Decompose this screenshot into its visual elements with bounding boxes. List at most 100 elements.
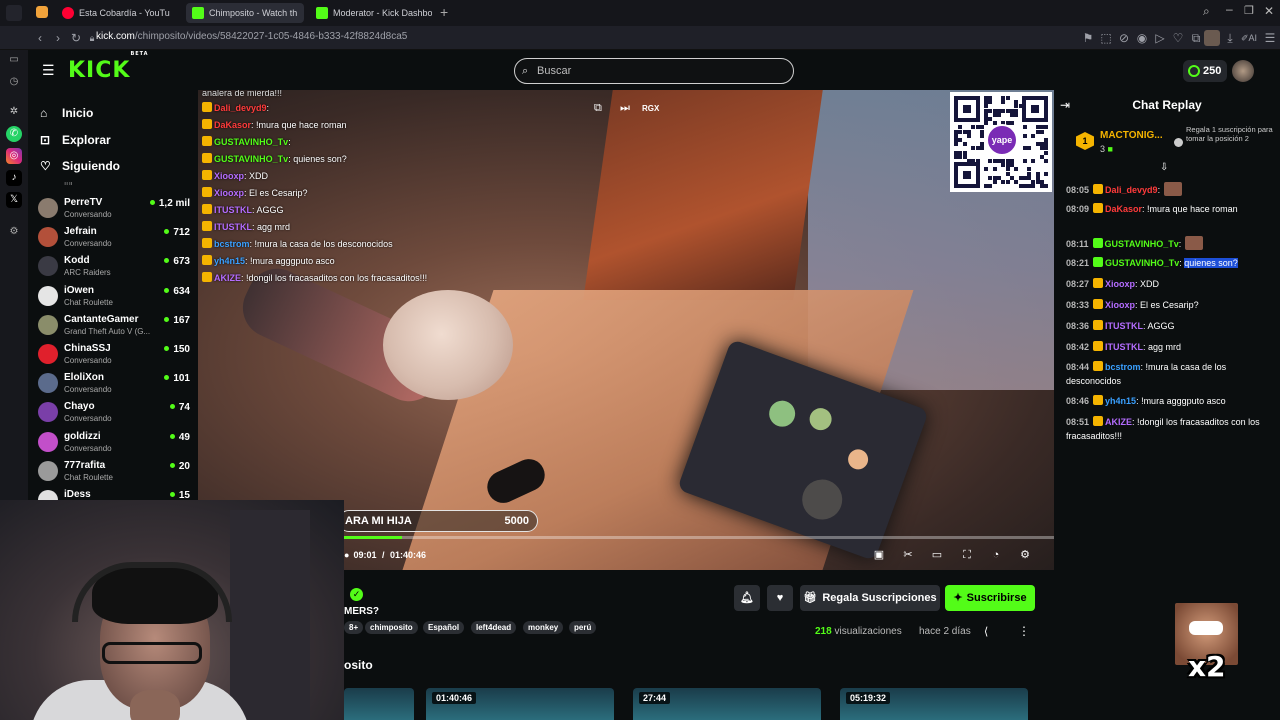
video-thumbnail[interactable] xyxy=(344,688,414,720)
tab-moderator[interactable]: Moderator - Kick Dashboa xyxy=(310,3,432,23)
channel-item[interactable]: Jefrain Conversando 712 xyxy=(38,223,190,252)
channel-item[interactable]: Kodd ARC Raiders 673 xyxy=(38,252,190,281)
channel-item[interactable]: ChinaSSJ Conversando 150 xyxy=(38,340,190,369)
whatsapp-icon[interactable]: ✆ xyxy=(6,126,22,142)
progress-bar[interactable] xyxy=(338,536,1054,539)
overlay-chat-line: ITUSTKL: AGGG xyxy=(202,204,284,215)
kicks-balance[interactable]: 250 xyxy=(1183,60,1227,82)
channel-category: Chat Roulette xyxy=(64,472,113,482)
goal-text: ARA MI HIJA xyxy=(345,515,412,527)
channel-item[interactable]: iOwen Chat Roulette 634 xyxy=(38,282,190,311)
tab-youtube[interactable]: Esta Cobardía - YouTu xyxy=(56,3,178,23)
miniplayer-icon[interactable]: ▣ xyxy=(872,548,886,562)
chatgpt-icon[interactable]: ✲ xyxy=(6,104,22,120)
tag-chip[interactable]: left4dead xyxy=(471,621,517,634)
channel-item[interactable]: PerreTV Conversando 1,2 mil xyxy=(38,194,190,223)
tag-chip[interactable]: chimposito xyxy=(365,621,418,634)
clip-icon[interactable]: ✂ xyxy=(901,548,915,562)
channel-item[interactable]: Chayo Conversando 74 xyxy=(38,398,190,427)
pinned-gifter[interactable]: 1 MACTONIG... 3 ■ xyxy=(1074,128,1184,160)
avatar[interactable] xyxy=(1232,60,1254,82)
play-icon[interactable]: ● xyxy=(344,550,349,560)
video-thumbnail[interactable]: 05:19:32 xyxy=(840,688,1028,720)
channel-name: iDess xyxy=(64,489,91,500)
share-icon[interactable]: ⟨ xyxy=(984,625,988,638)
speed-icon[interactable]: ◔ xyxy=(989,548,1003,562)
chat-scroll-icon[interactable]: ⇩ xyxy=(1160,162,1168,173)
channel-item[interactable]: CantanteGamer Grand Theft Auto V (G... 167 xyxy=(38,311,190,340)
tag-chip[interactable]: 8+ xyxy=(344,621,364,634)
camera-icon[interactable]: ◉ xyxy=(1134,30,1150,46)
subscribe-button[interactable]: ✦ Suscribirse xyxy=(945,585,1035,611)
channel-item[interactable]: iDess 15 xyxy=(38,486,190,500)
chat-text: : xyxy=(1178,239,1182,249)
channel-item[interactable]: goldizzi Conversando 49 xyxy=(38,428,190,457)
reload-icon[interactable]: ↻ xyxy=(68,30,84,46)
settings-icon[interactable]: ⚙ xyxy=(6,224,22,240)
history-icon[interactable]: ◷ xyxy=(6,74,22,90)
fullscreen-icon[interactable]: ⛶ xyxy=(960,548,974,562)
nav-following[interactable]: ♡ Siguiendo xyxy=(40,159,120,173)
channel-item[interactable]: 777rafita Chat Roulette 20 xyxy=(38,457,190,486)
chat-badge xyxy=(202,187,212,197)
video-player[interactable]: analera de mierda!!! Dali_devyd9: DaKasor… xyxy=(198,90,1054,570)
follow-button[interactable]: ♥ xyxy=(767,585,793,611)
qr-code: yape xyxy=(950,92,1052,192)
ai-icon[interactable]: ✐AI xyxy=(1238,30,1260,46)
hamburger-menu-icon[interactable]: ☰ xyxy=(42,62,55,79)
instagram-icon[interactable]: ◎ xyxy=(6,148,22,164)
play-icon[interactable]: ▷ xyxy=(1152,30,1168,46)
tiktok-icon[interactable]: ♪ xyxy=(6,170,22,186)
skip-icon[interactable]: ⏭ xyxy=(620,102,630,115)
settings-gear-icon[interactable]: ⚙ xyxy=(1018,548,1032,562)
nav-home[interactable]: ⌂ Inicio xyxy=(40,106,93,120)
download-icon[interactable]: ⤓ xyxy=(1222,30,1238,46)
snapshot-icon[interactable]: ⬚ xyxy=(1098,30,1114,46)
more-options-icon[interactable]: ⋮ xyxy=(1018,624,1030,638)
qr-module xyxy=(984,167,989,172)
time-display: ● 09:01 / 01:40:46 xyxy=(344,550,426,560)
tag-chip[interactable]: monkey xyxy=(523,621,564,634)
new-tab-icon[interactable]: + xyxy=(440,4,448,20)
forward-icon[interactable]: › xyxy=(50,30,66,46)
video-thumbnail[interactable]: 27:44 xyxy=(633,688,821,720)
theater-mode-icon[interactable]: ▭ xyxy=(930,548,944,562)
x-icon[interactable]: 𝕏 xyxy=(6,192,22,208)
url-field[interactable]: kick.com/chimposito/videos/58422027-1c05… xyxy=(96,31,407,42)
notify-button[interactable]: 🔔︎ xyxy=(734,585,760,611)
browser-menu-icon[interactable] xyxy=(6,5,22,21)
overlay-chat-text: : !dongil los fracasaditos con los fraca… xyxy=(241,273,428,283)
extensions-icon[interactable]: ⧉ xyxy=(1188,30,1204,46)
search-input[interactable]: ⌕ Buscar xyxy=(514,58,794,84)
kick-logo[interactable]: KICKBETA xyxy=(68,51,149,83)
bookmark-icon[interactable]: ⚑ xyxy=(1080,30,1096,46)
close-icon[interactable]: ✕ xyxy=(1264,4,1274,18)
channel-item[interactable]: EloliXon Conversando 101 xyxy=(38,369,190,398)
chat-timestamp: 08:44 xyxy=(1066,362,1090,372)
heart-outline-icon[interactable]: ♡ xyxy=(1170,30,1186,46)
tab-list-icon[interactable] xyxy=(36,6,48,18)
profile-icon[interactable] xyxy=(1204,30,1220,46)
chat-badge xyxy=(202,153,212,163)
chat-username: yh4n15 xyxy=(1105,396,1137,406)
tag-chip[interactable]: perú xyxy=(569,621,597,634)
verified-icon: ✓ xyxy=(350,588,363,601)
gift-subs-button[interactable]: 🎁︎ Regala Suscripciones xyxy=(800,585,940,611)
overlay-chat-text: : !mura que hace roman xyxy=(251,120,347,130)
search-tabs-icon[interactable]: ⌕ xyxy=(1203,4,1210,19)
messenger-icon[interactable]: ▭ xyxy=(6,52,22,68)
tab-label: Moderator - Kick Dashboa xyxy=(333,8,432,18)
popout-icon[interactable]: ⧉ xyxy=(594,102,602,115)
minimize-icon[interactable]: – xyxy=(1226,2,1233,16)
tab-chimposito[interactable]: Chimposito - Watch th xyxy=(186,3,304,23)
qr-module xyxy=(1009,121,1014,126)
tag-chip[interactable]: Español xyxy=(423,621,465,634)
video-thumbnail[interactable]: 01:40:46 xyxy=(426,688,614,720)
easy-setup-icon[interactable]: ☰ xyxy=(1262,30,1278,46)
maximize-icon[interactable]: ❐ xyxy=(1244,4,1254,17)
nav-explore[interactable]: ⊡ Explorar xyxy=(40,133,111,147)
adblock-icon[interactable]: ⊘ xyxy=(1116,30,1132,46)
overlay-chat-text: : !mura la casa de los desconocidos xyxy=(249,239,393,249)
back-icon[interactable]: ‹ xyxy=(32,30,48,46)
qr-module xyxy=(984,121,989,126)
